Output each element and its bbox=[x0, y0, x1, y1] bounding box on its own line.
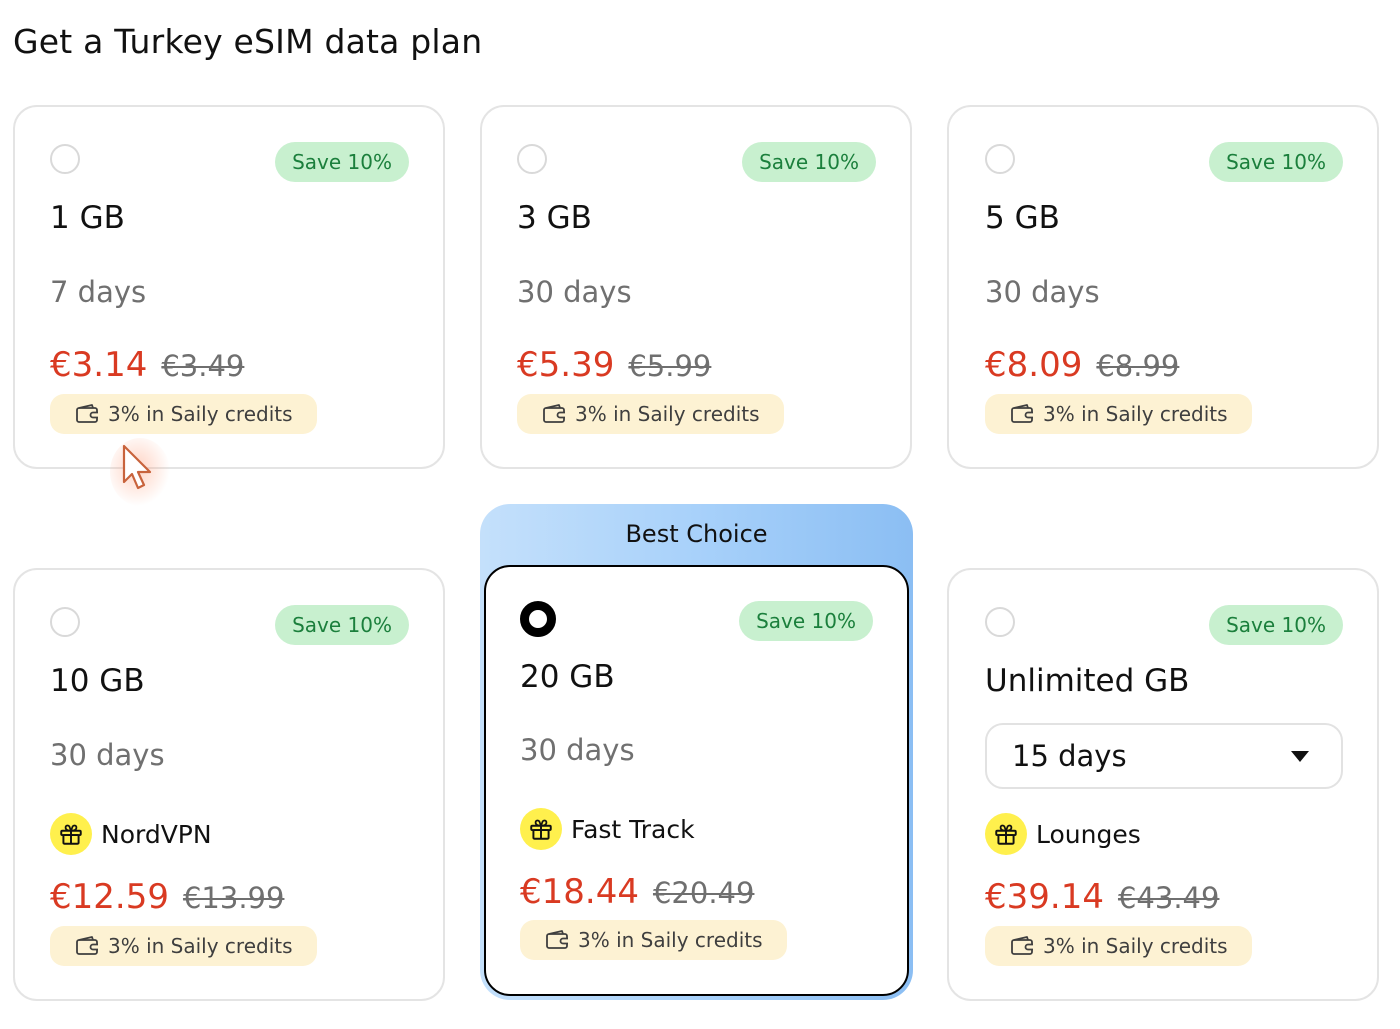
credits-tag: 3% in Saily credits bbox=[50, 394, 317, 434]
plan-data-amount: 10 GB bbox=[50, 663, 145, 699]
wallet-icon bbox=[1011, 404, 1035, 424]
price-row: €18.44 €20.49 bbox=[520, 872, 754, 912]
price-original: €13.99 bbox=[182, 881, 285, 915]
perk-row: Lounges bbox=[985, 813, 1141, 855]
price-current: €8.09 bbox=[985, 345, 1083, 385]
duration-select-value: 15 days bbox=[1012, 739, 1127, 773]
save-badge: Save 10% bbox=[742, 142, 876, 182]
plan-duration: 30 days bbox=[520, 733, 635, 767]
credits-tag: 3% in Saily credits bbox=[517, 394, 784, 434]
credits-label: 3% in Saily credits bbox=[578, 928, 763, 952]
plan-card-3gb[interactable]: Save 10% 3 GB 30 days €5.39 €5.99 3% in S… bbox=[480, 105, 912, 469]
credits-tag: 3% in Saily credits bbox=[520, 920, 787, 960]
credits-tag: 3% in Saily credits bbox=[50, 926, 317, 966]
plan-data-amount: 3 GB bbox=[517, 200, 592, 236]
price-row: €12.59 €13.99 bbox=[50, 877, 284, 917]
plan-duration: 30 days bbox=[517, 275, 632, 309]
wallet-icon bbox=[76, 404, 100, 424]
page-title: Get a Turkey eSIM data plan bbox=[13, 22, 483, 61]
plan-data-amount: 20 GB bbox=[520, 659, 615, 695]
perk-row: NordVPN bbox=[50, 813, 212, 855]
wallet-icon bbox=[1011, 936, 1035, 956]
save-badge: Save 10% bbox=[1209, 142, 1343, 182]
chevron-down-icon bbox=[1291, 751, 1309, 762]
plan-radio[interactable] bbox=[517, 144, 547, 174]
credits-label: 3% in Saily credits bbox=[1043, 934, 1228, 958]
plan-duration: 30 days bbox=[985, 275, 1100, 309]
price-row: €8.09 €8.99 bbox=[985, 345, 1179, 385]
wallet-icon bbox=[543, 404, 567, 424]
mouse-cursor-icon bbox=[110, 438, 170, 506]
wallet-icon bbox=[546, 930, 570, 950]
gift-icon bbox=[520, 808, 562, 850]
credits-tag: 3% in Saily credits bbox=[985, 926, 1252, 966]
price-current: €18.44 bbox=[520, 872, 639, 912]
best-choice-highlight: Best Choice Save 10% 20 GB 30 days Fast … bbox=[480, 504, 913, 1000]
price-row: €3.14 €3.49 bbox=[50, 345, 244, 385]
price-original: €20.49 bbox=[652, 876, 755, 910]
plan-card-20gb[interactable]: Save 10% 20 GB 30 days Fast Track €18.44… bbox=[484, 565, 909, 996]
plan-duration: 30 days bbox=[50, 738, 165, 772]
perk-row: Fast Track bbox=[520, 808, 695, 850]
save-badge: Save 10% bbox=[1209, 605, 1343, 645]
credits-label: 3% in Saily credits bbox=[108, 402, 293, 426]
duration-select[interactable]: 15 days bbox=[985, 723, 1343, 789]
plan-data-amount: Unlimited GB bbox=[985, 663, 1190, 699]
credits-label: 3% in Saily credits bbox=[1043, 402, 1228, 426]
plan-radio[interactable] bbox=[50, 607, 80, 637]
credits-label: 3% in Saily credits bbox=[575, 402, 760, 426]
plan-radio[interactable] bbox=[985, 144, 1015, 174]
perk-label: NordVPN bbox=[101, 819, 212, 849]
plan-radio[interactable] bbox=[50, 144, 80, 174]
plan-radio-selected[interactable] bbox=[520, 601, 556, 637]
price-original: €5.99 bbox=[628, 349, 712, 383]
wallet-icon bbox=[76, 936, 100, 956]
price-original: €8.99 bbox=[1096, 349, 1180, 383]
plan-card-1gb[interactable]: Save 10% 1 GB 7 days €3.14 €3.49 3% in Sa… bbox=[13, 105, 445, 469]
price-current: €39.14 bbox=[985, 877, 1104, 917]
price-current: €3.14 bbox=[50, 345, 148, 385]
plan-data-amount: 1 GB bbox=[50, 200, 125, 236]
price-original: €43.49 bbox=[1117, 881, 1220, 915]
plan-radio[interactable] bbox=[985, 607, 1015, 637]
price-current: €5.39 bbox=[517, 345, 615, 385]
price-row: €5.39 €5.99 bbox=[517, 345, 711, 385]
plan-duration: 7 days bbox=[50, 275, 147, 309]
plan-card-5gb[interactable]: Save 10% 5 GB 30 days €8.09 €8.99 3% in S… bbox=[947, 105, 1379, 469]
credits-label: 3% in Saily credits bbox=[108, 934, 293, 958]
save-badge: Save 10% bbox=[275, 605, 409, 645]
best-choice-label: Best Choice bbox=[625, 520, 768, 548]
credits-tag: 3% in Saily credits bbox=[985, 394, 1252, 434]
plan-data-amount: 5 GB bbox=[985, 200, 1060, 236]
plan-card-unlimited[interactable]: Save 10% Unlimited GB 15 days Lounges €3… bbox=[947, 568, 1379, 1001]
plan-card-10gb[interactable]: Save 10% 10 GB 30 days NordVPN €12.59 €13… bbox=[13, 568, 445, 1001]
gift-icon bbox=[985, 813, 1027, 855]
save-badge: Save 10% bbox=[275, 142, 409, 182]
perk-label: Lounges bbox=[1036, 819, 1141, 849]
perk-label: Fast Track bbox=[571, 814, 695, 844]
price-current: €12.59 bbox=[50, 877, 169, 917]
price-row: €39.14 €43.49 bbox=[985, 877, 1219, 917]
gift-icon bbox=[50, 813, 92, 855]
save-badge: Save 10% bbox=[739, 601, 873, 641]
price-original: €3.49 bbox=[161, 349, 245, 383]
